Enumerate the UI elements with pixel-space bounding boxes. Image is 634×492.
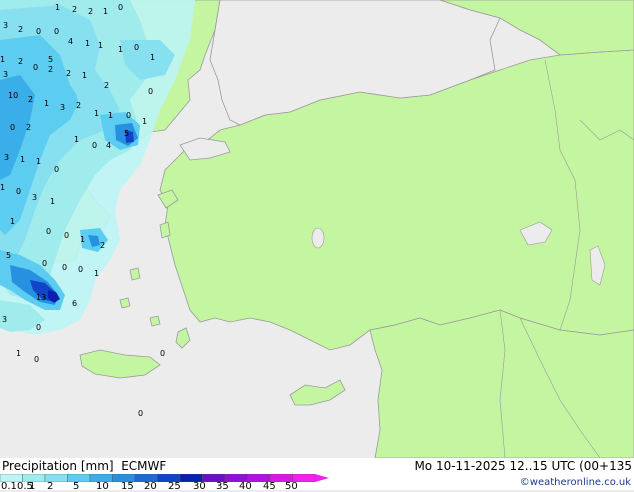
- legend-label: 1: [29, 481, 36, 492]
- precip-value: 2: [66, 69, 71, 78]
- land-island-b: [119, 297, 131, 309]
- precip-value: 1: [10, 217, 15, 226]
- legend-label: 10: [96, 481, 109, 492]
- legend-label: 30: [193, 481, 206, 492]
- precip-value: 1: [36, 157, 41, 166]
- land-chios: [159, 221, 171, 239]
- precip-value: 1: [44, 99, 49, 108]
- precip-value: 2: [18, 57, 23, 66]
- precip-value: 0: [54, 165, 59, 174]
- map-title: Precipitation [mm] ECMWF: [2, 459, 167, 473]
- legend-label: 15: [121, 481, 134, 492]
- forecast-datetime: Mo 10-11-2025 12..15 UTC (00+135: [414, 459, 632, 473]
- precip-value: 2: [48, 65, 53, 74]
- legend-label: 45: [263, 481, 276, 492]
- precip-value: 0: [118, 3, 123, 12]
- land-island-c: [149, 315, 161, 327]
- precip-value: 2: [76, 101, 81, 110]
- precip-value: 1: [98, 41, 103, 50]
- land-island-a: [129, 267, 141, 281]
- precip-value: 0: [36, 323, 41, 332]
- precip-value: 3: [32, 193, 37, 202]
- precip-value: 0: [16, 187, 21, 196]
- precip-value: 1: [142, 117, 147, 126]
- legend-label: 25: [168, 481, 181, 492]
- precip-value: 1: [103, 7, 108, 16]
- precip-value: 5: [6, 251, 11, 260]
- precip-value: 0: [34, 355, 39, 364]
- precip-value: 1: [85, 39, 90, 48]
- precipitation-map: 3 2 0 1 2 2 1 0 1 2 0 4 1 1 1 0 1 3 0 5 …: [0, 0, 634, 458]
- precip-value: 0: [54, 27, 59, 36]
- precip-value: 2: [104, 81, 109, 90]
- precip-value: 0: [42, 259, 47, 268]
- precip-value: 0: [33, 63, 38, 72]
- legend-label: 0.1: [1, 481, 17, 492]
- precip-value: 0: [126, 111, 131, 120]
- precip-value: 1: [74, 135, 79, 144]
- precip-value: 0: [62, 263, 67, 272]
- precip-value: 1: [94, 109, 99, 118]
- legend-label: 5: [73, 481, 80, 492]
- precip-value: 2: [28, 95, 33, 104]
- precip-value: 1: [50, 197, 55, 206]
- legend-label: 2: [47, 481, 54, 492]
- precip-value: 3: [3, 21, 8, 30]
- precip-value: 6: [72, 299, 77, 308]
- precip-value: 3: [2, 315, 7, 324]
- lake-tuz: [311, 227, 325, 249]
- precip-value: 1: [108, 111, 113, 120]
- precip-value: 0: [46, 227, 51, 236]
- precip-value: 0: [148, 87, 153, 96]
- precip-value: 2: [72, 5, 77, 14]
- precip-value: 1: [82, 71, 87, 80]
- precip-value: 3: [3, 70, 8, 79]
- precip-value: 10: [8, 91, 18, 100]
- model-name: ECMWF: [121, 459, 167, 473]
- precip-value: 1: [118, 45, 123, 54]
- precip-value: 2: [88, 7, 93, 16]
- precip-value: 5: [124, 129, 129, 138]
- legend-label: 20: [144, 481, 157, 492]
- precip-value: 0: [78, 265, 83, 274]
- legend-arrow: [315, 474, 329, 482]
- precip-value: 5: [48, 55, 53, 64]
- precip-value: 0: [92, 141, 97, 150]
- precip-value: 0: [64, 231, 69, 240]
- precip-value: 2: [18, 25, 23, 34]
- precip-value: 1: [150, 53, 155, 62]
- precip-value: 1: [16, 349, 21, 358]
- precip-value: 2: [26, 123, 31, 132]
- precip-value: 0: [138, 409, 143, 418]
- legend-label: 35: [216, 481, 229, 492]
- precip-value: 4: [68, 37, 73, 46]
- precip-value: 2: [100, 241, 105, 250]
- precip-value: 1: [20, 155, 25, 164]
- precip-value: 1: [94, 269, 99, 278]
- precip-value: 0: [160, 349, 165, 358]
- credit-link[interactable]: ©weatheronline.co.uk: [520, 476, 631, 490]
- precip-value: 1: [80, 235, 85, 244]
- precip-value: 4: [106, 141, 111, 150]
- legend-label: 40: [239, 481, 252, 492]
- precip-value: 1: [0, 55, 5, 64]
- precip-value: 1: [0, 183, 5, 192]
- precip-value: 1: [55, 3, 60, 12]
- precip-value: 3: [60, 103, 65, 112]
- precip-value: 0: [134, 43, 139, 52]
- precip-value: 3: [4, 153, 9, 162]
- precip-value: 13: [36, 293, 46, 302]
- legend-label: 50: [285, 481, 298, 492]
- precip-value: 0: [36, 27, 41, 36]
- precip-value: 0: [10, 123, 15, 132]
